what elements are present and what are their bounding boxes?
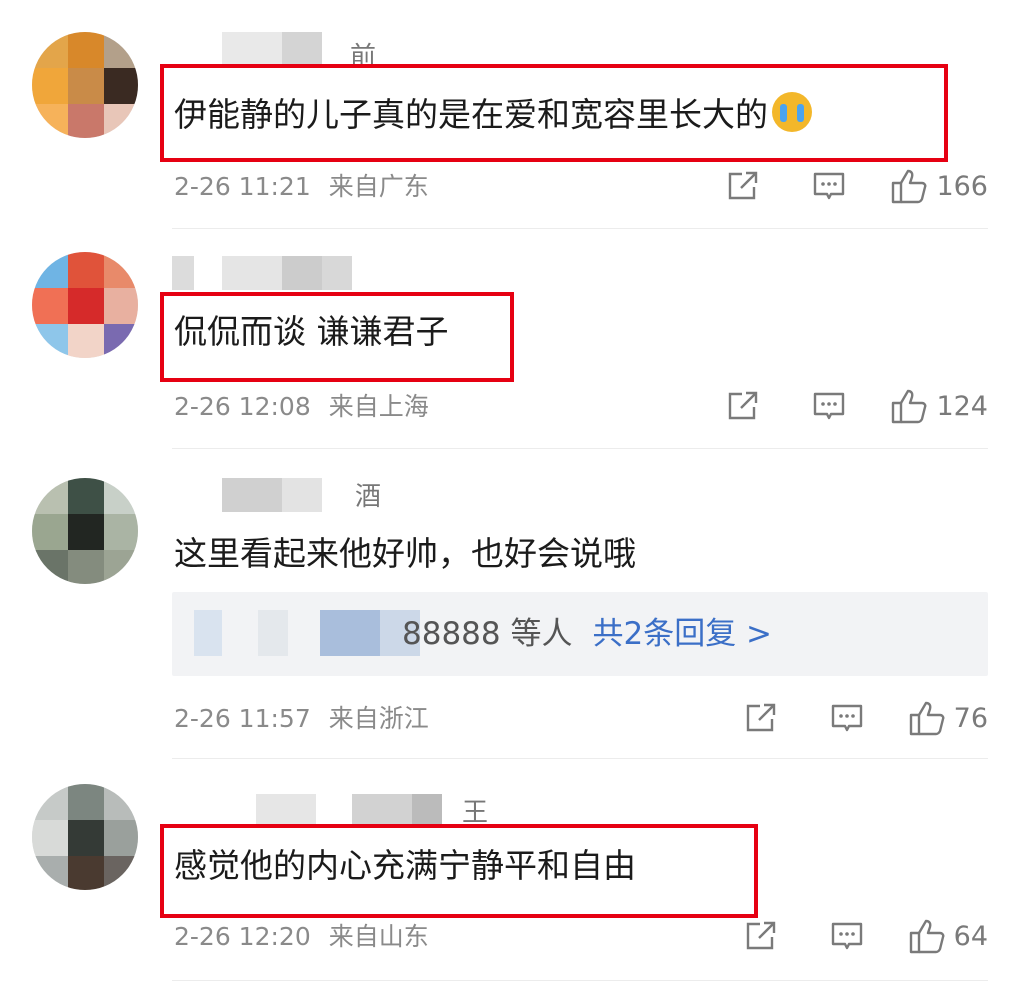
thumbs-up-icon (892, 169, 927, 204)
comment-meta: 2-26 12:08 来自上海 (174, 390, 429, 424)
comment-actions: 64 (744, 916, 988, 956)
thumbs-up-icon (909, 701, 945, 736)
username-blurred[interactable] (172, 256, 372, 290)
like-count: 64 (953, 920, 988, 952)
like-count: 166 (936, 170, 988, 202)
avatar[interactable] (32, 32, 138, 138)
comment-actions: 166 (726, 166, 988, 206)
like-button[interactable]: 64 (908, 918, 988, 954)
comment-time: 2-26 12:20 (174, 922, 311, 951)
reply-button[interactable] (830, 701, 864, 735)
reply-preview[interactable]: 88888 等人 共2条回复 > (172, 592, 988, 676)
comment-item: 侃侃而谈 谦谦君子 2-26 12:08 来自上海 124 (0, 230, 1024, 450)
share-button[interactable] (726, 389, 760, 423)
divider (172, 980, 988, 981)
comment-item: 王 感觉他的内心充满宁静平和自由 2-26 12:20 来自山东 64 (0, 760, 1024, 985)
comment-icon (814, 392, 845, 420)
share-button[interactable] (744, 701, 778, 735)
comment-meta: 2-26 12:20 来自山东 (174, 920, 429, 954)
reply-users: 88888 等人 (402, 616, 573, 652)
username-tail: 酒 (355, 482, 382, 512)
avatar[interactable] (32, 784, 138, 890)
thumbs-up-icon (909, 919, 945, 954)
comment-meta: 2-26 11:57 来自浙江 (174, 702, 429, 736)
share-button[interactable] (744, 919, 778, 953)
share-button[interactable] (726, 169, 760, 203)
comment-icon (831, 922, 862, 950)
like-count: 124 (936, 390, 988, 422)
like-button[interactable]: 76 (908, 700, 988, 736)
divider (172, 448, 988, 449)
comment-actions: 124 (726, 386, 988, 426)
share-icon (729, 391, 758, 420)
view-replies-link[interactable]: 共2条回复 > (592, 616, 772, 652)
share-icon (729, 171, 758, 200)
username-blurred[interactable] (172, 794, 462, 828)
comment-time: 2-26 12:08 (174, 392, 311, 421)
comment-item: 酒 这里看起来他好帅，也好会说哦 88888 等人 共2条回复 > 2-26 11… (0, 450, 1024, 760)
comment-meta: 2-26 11:21 来自广东 (174, 170, 429, 204)
share-icon (746, 703, 775, 732)
comment-location: 来自山东 (328, 922, 429, 951)
avatar[interactable] (32, 252, 138, 358)
reply-summary: 88888 等人 共2条回复 > (402, 612, 772, 656)
divider (172, 758, 988, 759)
comment-icon (814, 172, 845, 200)
comment-item: 前 伊能静的儿子真的是在爱和宽容里长大的 2-26 11:21 来自广东 166 (0, 0, 1024, 230)
comment-location: 来自浙江 (328, 704, 429, 733)
comment-actions: 76 (744, 698, 988, 738)
like-button[interactable]: 166 (890, 168, 988, 204)
avatar[interactable] (32, 478, 138, 584)
comment-location: 来自广东 (328, 172, 429, 201)
reply-button[interactable] (830, 919, 864, 953)
comment-text: 这里看起来他好帅，也好会说哦 (174, 534, 636, 573)
reply-button[interactable] (812, 169, 846, 203)
like-button[interactable]: 124 (890, 388, 988, 424)
highlight-box (160, 64, 948, 162)
highlight-box (160, 824, 758, 918)
like-count: 76 (953, 702, 988, 734)
comment-time: 2-26 11:57 (174, 704, 311, 733)
highlight-box (160, 292, 514, 382)
comment-time: 2-26 11:21 (174, 172, 311, 201)
thumbs-up-icon (892, 389, 927, 424)
comment-icon (831, 704, 862, 732)
share-icon (746, 921, 775, 950)
username-blurred[interactable] (172, 478, 372, 512)
comment-location: 来自上海 (328, 392, 429, 421)
divider (172, 228, 988, 229)
reply-button[interactable] (812, 389, 846, 423)
